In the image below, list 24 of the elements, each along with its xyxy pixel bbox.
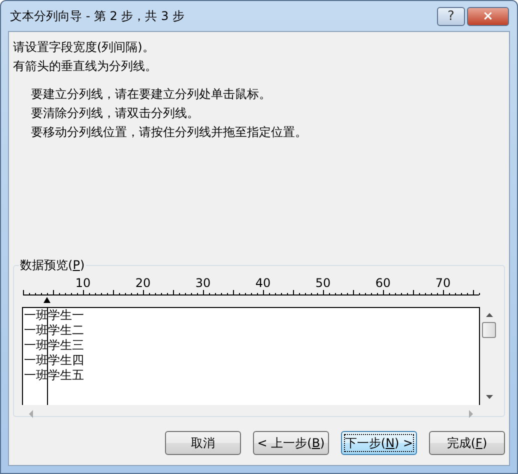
ruler-label: 20 — [135, 276, 151, 290]
help-button[interactable]: ? — [437, 6, 465, 26]
finish-button[interactable]: 完成(F) — [429, 431, 505, 455]
instruction-text: 要建立分列线，请在要建立分列处单击鼠标。 — [31, 86, 272, 103]
ruler-label: 50 — [315, 276, 331, 290]
ruler[interactable]: 10 20 30 40 50 60 70 — [22, 276, 484, 304]
window-title: 文本分列向导 - 第 2 步，共 3 步 — [9, 8, 186, 24]
next-button[interactable]: 下一步(N) > — [341, 431, 417, 455]
scroll-up-icon[interactable] — [484, 311, 494, 320]
back-button[interactable]: < 上一步(B) — [253, 431, 329, 455]
instruction-text: 要清除分列线，请双击分列线。 — [31, 105, 200, 122]
ruler-label: 70 — [435, 276, 451, 290]
scroll-down-icon[interactable] — [484, 392, 494, 401]
scrollbar-thumb[interactable] — [482, 322, 496, 338]
ruler-label: 10 — [75, 276, 91, 290]
column-break-arrow-icon[interactable] — [43, 297, 50, 303]
cancel-button[interactable]: 取消 — [165, 431, 241, 455]
instruction-text: 有箭头的垂直线为分列线。 — [13, 58, 158, 75]
preview-label: 数据预览(P) — [19, 258, 86, 272]
ruler-label: 60 — [375, 276, 391, 290]
instruction-text: 要移动分列线位置，请按住分列线并拖至指定位置。 — [31, 124, 308, 141]
ruler-label: 30 — [195, 276, 211, 290]
ruler-label: 40 — [255, 276, 271, 290]
instruction-text: 请设置字段宽度(列间隔)。 — [13, 39, 156, 56]
